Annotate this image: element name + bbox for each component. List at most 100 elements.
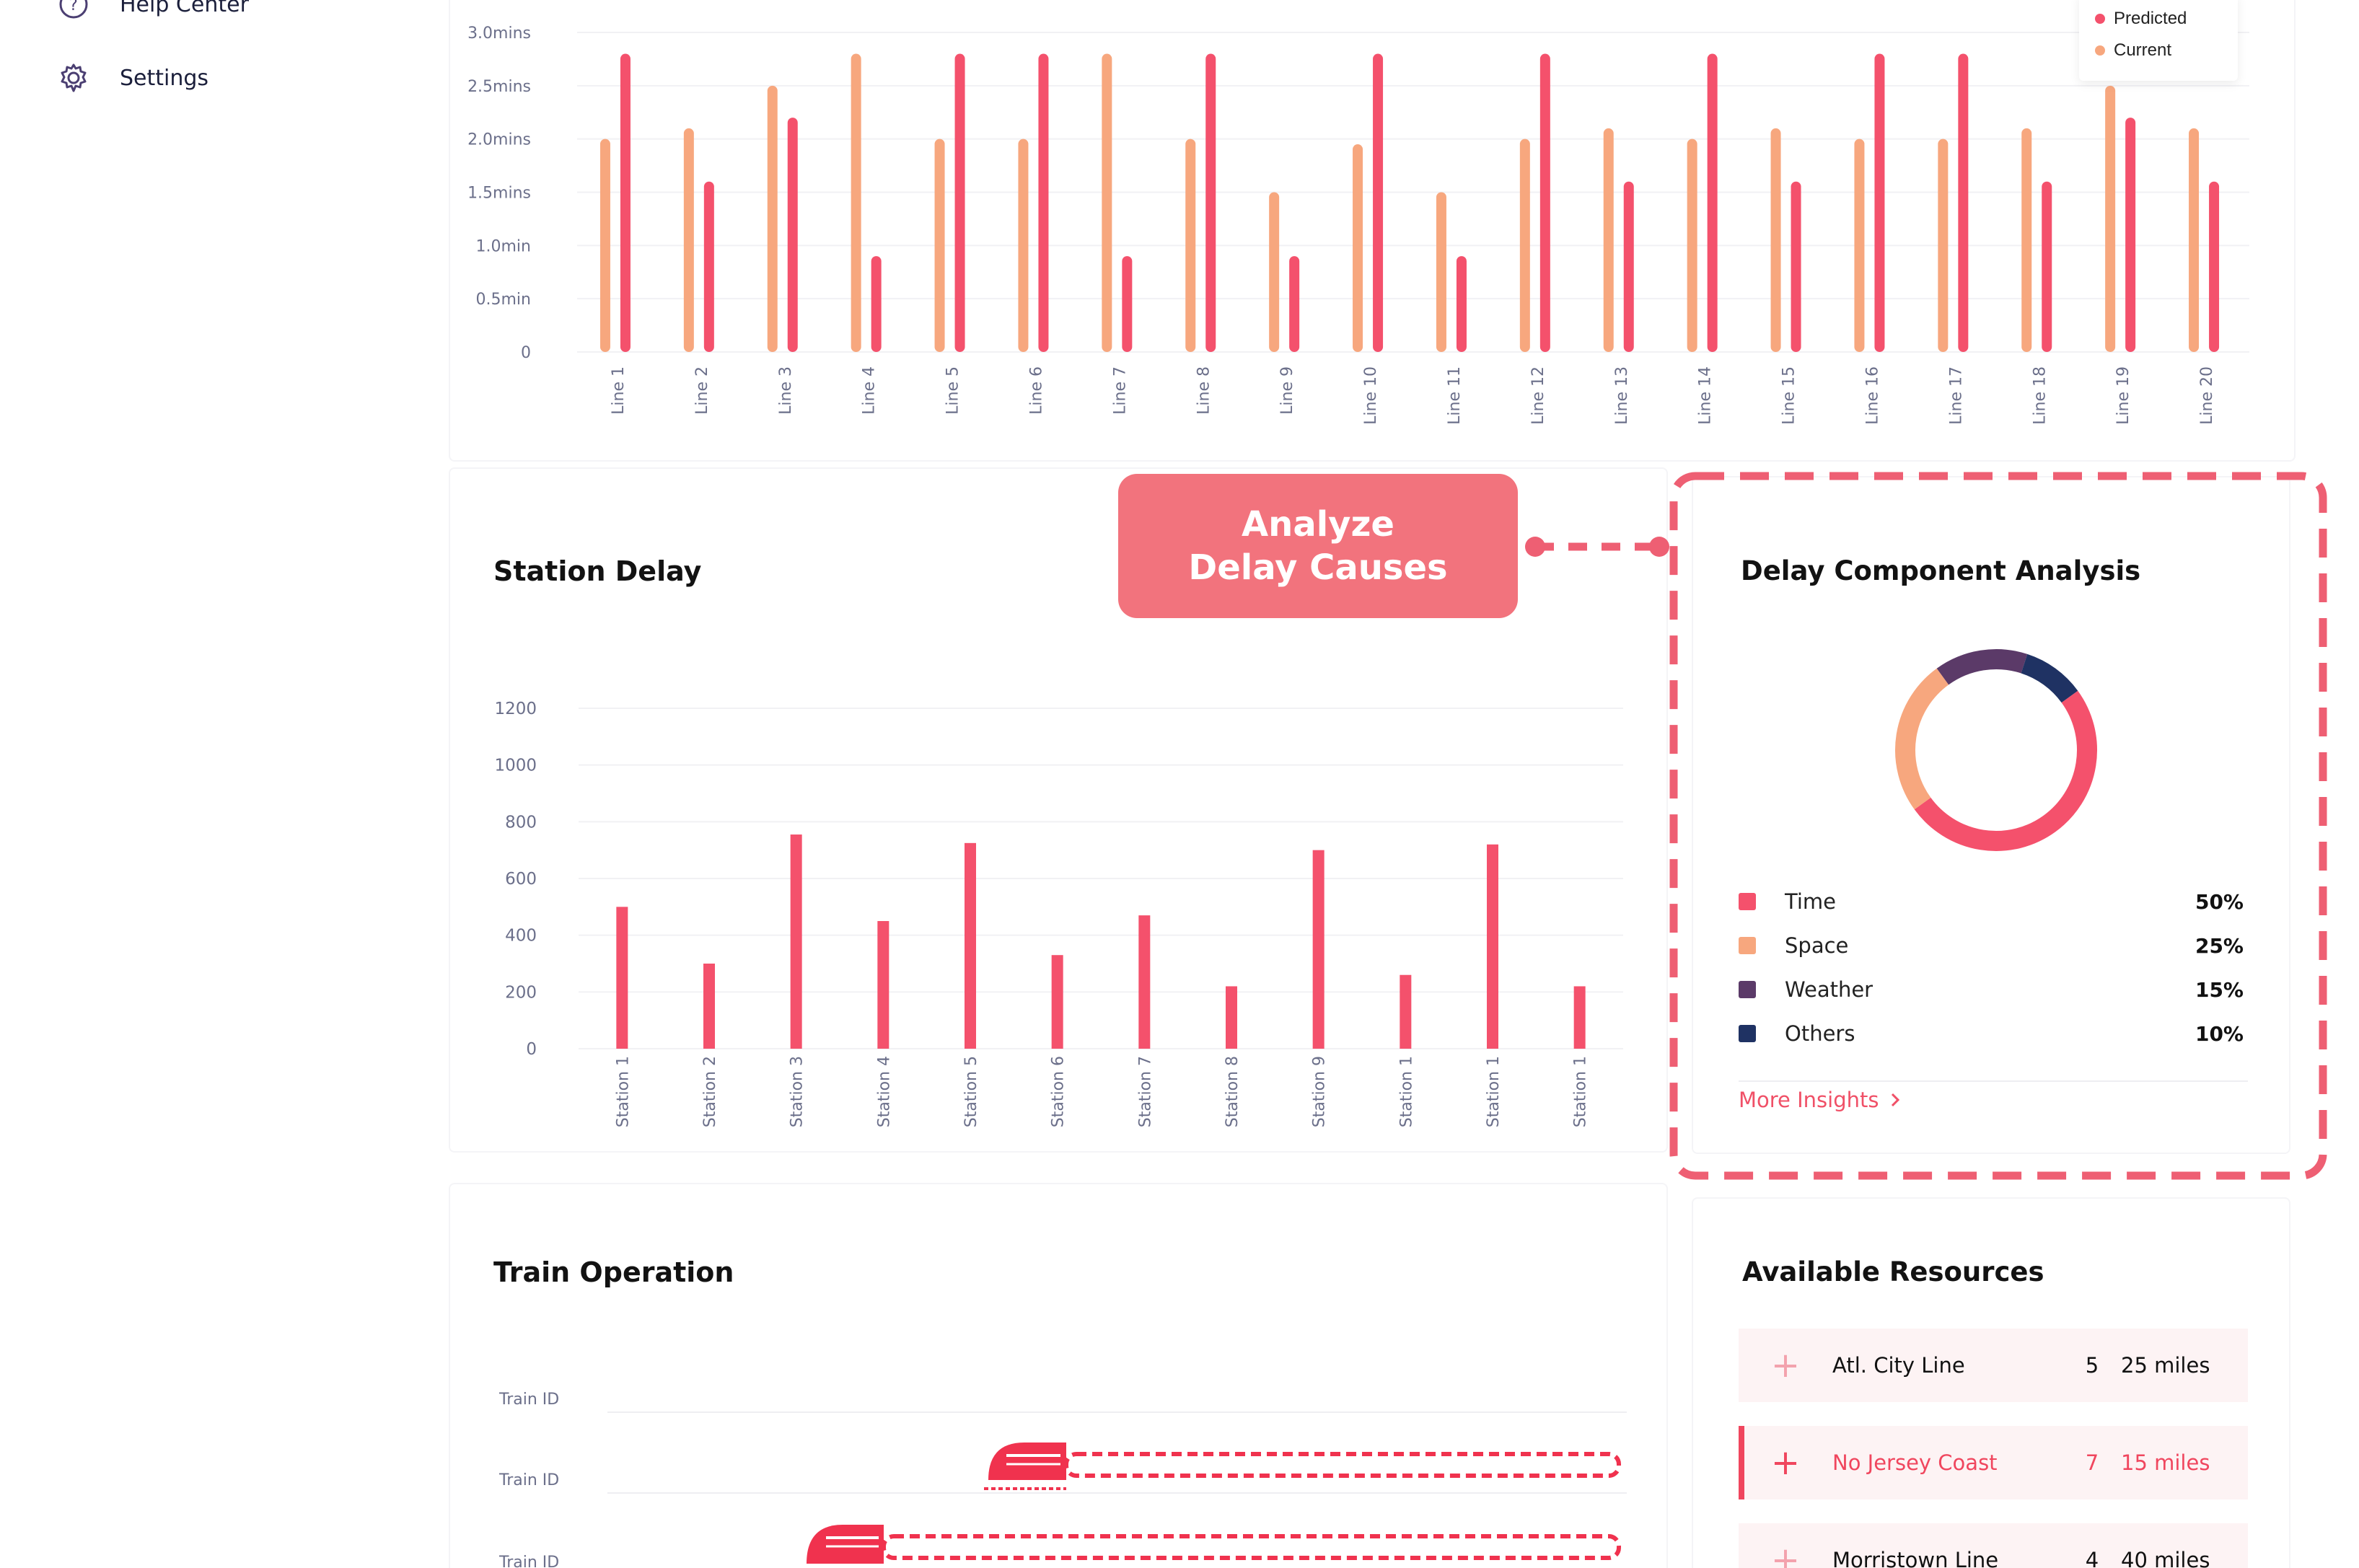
bar-current xyxy=(1519,138,1530,352)
x-tick-label: Line 2 xyxy=(693,366,711,415)
line-delay-card: 3.0mins 2.5mins 2.0mins 1.5mins 1.0min 0.5min… xyxy=(449,0,2296,462)
bar-predicted xyxy=(1038,53,1049,353)
y-tick-label: 0.5min xyxy=(476,291,531,309)
y-tick-label: 2.5mins xyxy=(467,78,531,96)
sidebar-item-settings[interactable]: Settings xyxy=(56,61,208,95)
x-tick-label: Line 18 xyxy=(2031,366,2049,425)
x-tick-label: Line 17 xyxy=(1947,366,1965,425)
x-tick-label: Station 1 xyxy=(1572,1056,1590,1127)
resource-name: Atl. City Line xyxy=(1832,1353,1965,1378)
bar-predicted xyxy=(1623,181,1634,352)
y-tick-label: 1000 xyxy=(494,757,537,775)
resource-count: 5 xyxy=(2085,1353,2099,1378)
bar-predicted xyxy=(1707,53,1718,353)
bar-predicted xyxy=(1874,53,1885,353)
bar xyxy=(1226,986,1237,1049)
bar-predicted xyxy=(1122,256,1133,352)
resource-row-morristown-line[interactable]: + Morristown Line 4 40 miles xyxy=(1739,1523,2248,1568)
bar-current xyxy=(851,53,861,353)
sidebar-item-help-center[interactable]: ? Help Center xyxy=(56,0,249,22)
callout-text: Analyze Delay Causes xyxy=(1188,504,1448,588)
bar-predicted xyxy=(620,53,631,353)
donut-slice-others xyxy=(2021,653,2078,703)
legend-item-others: Others 10% xyxy=(1739,1018,2244,1049)
bar xyxy=(1400,974,1412,1049)
x-tick-label: Station 1 xyxy=(1485,1056,1503,1127)
plus-icon: + xyxy=(1770,1443,1801,1483)
x-tick-label: Line 20 xyxy=(2198,366,2216,425)
donut-slice-weather xyxy=(1936,649,2028,685)
svg-text:?: ? xyxy=(69,0,78,14)
x-tick-label: Station 9 xyxy=(1311,1056,1329,1127)
bar-predicted xyxy=(1456,256,1467,352)
bar-current xyxy=(599,138,610,352)
legend-item-weather: Weather 15% xyxy=(1739,974,2244,1005)
bar xyxy=(877,921,889,1049)
sidebar: ? Help Center Settings xyxy=(0,0,404,1568)
bar-current xyxy=(2021,128,2032,352)
donut-slice-space xyxy=(1895,668,1949,810)
x-tick-label: Line 15 xyxy=(1780,366,1798,425)
more-insights-link[interactable]: More Insights xyxy=(1739,1088,1902,1112)
legend-name: Space xyxy=(1785,933,1849,958)
x-tick-label: Station 4 xyxy=(875,1056,893,1127)
analyze-callout: Analyze Delay Causes xyxy=(1118,474,1518,618)
legend-percent: 15% xyxy=(2195,977,2244,1002)
bar-current xyxy=(1854,138,1865,352)
bar-current xyxy=(1938,138,1949,352)
bar-predicted xyxy=(703,181,714,352)
legend-dot xyxy=(2095,45,2105,56)
legend-swatch xyxy=(1739,937,1756,954)
train-id-label: Train ID xyxy=(499,1471,560,1489)
x-tick-label: Station 1 xyxy=(1397,1056,1415,1127)
x-tick-label: Station 1 xyxy=(614,1056,632,1127)
train-id-label: Train ID xyxy=(499,1554,560,1568)
sidebar-item-label: Help Center xyxy=(120,0,249,17)
bar xyxy=(1138,915,1151,1049)
resource-row-atl-city-line[interactable]: + Atl. City Line 5 25 miles xyxy=(1739,1329,2248,1402)
y-tick-label: 1.5mins xyxy=(467,185,531,203)
bar-current xyxy=(1018,138,1029,352)
bar-predicted xyxy=(2042,181,2052,352)
delay-donut-chart xyxy=(1895,649,2097,851)
chart-legend: Predicted Current xyxy=(2079,0,2238,81)
legend-swatch xyxy=(1739,981,1756,998)
legend-item-space: Space 25% xyxy=(1739,930,2244,961)
y-tick-label: 600 xyxy=(505,870,537,889)
resource-distance: 25 miles xyxy=(2121,1353,2210,1378)
bar-predicted xyxy=(871,256,882,352)
sidebar-item-label: Settings xyxy=(120,65,209,91)
resource-row-no-jersey-coast[interactable]: + No Jersey Coast 7 15 miles xyxy=(1739,1426,2248,1499)
gear-icon xyxy=(56,61,91,95)
legend-item-predicted: Predicted xyxy=(2095,9,2187,29)
y-tick-label: 400 xyxy=(505,927,537,946)
x-tick-label: Line 6 xyxy=(1027,366,1045,415)
x-tick-label: Line 10 xyxy=(1362,366,1380,425)
divider xyxy=(1739,1080,2248,1082)
x-tick-label: Line 5 xyxy=(944,366,962,415)
bar-current xyxy=(934,138,945,352)
legend-swatch xyxy=(1739,1025,1756,1042)
train-operation-card: Train Operation xyxy=(449,1183,1668,1568)
bar xyxy=(1312,850,1325,1049)
legend-label: Current xyxy=(2114,40,2172,60)
x-tick-label: Station 6 xyxy=(1050,1056,1068,1127)
x-tick-label: Line 1 xyxy=(610,366,628,415)
bar-current xyxy=(1770,128,1781,352)
bar-current xyxy=(767,85,778,352)
bar-predicted xyxy=(2209,181,2220,352)
bar xyxy=(616,907,628,1049)
y-tick-label: 200 xyxy=(505,983,537,1002)
resource-distance: 40 miles xyxy=(2121,1548,2210,1568)
bar-predicted xyxy=(1205,53,1216,353)
bar-current xyxy=(2189,128,2200,352)
plus-icon: + xyxy=(1770,1345,1801,1386)
bar-current xyxy=(683,128,694,352)
bar-predicted xyxy=(1539,53,1550,353)
help-icon: ? xyxy=(56,0,91,22)
y-tick-label: 3.0mins xyxy=(467,25,531,43)
x-tick-label: Line 19 xyxy=(2114,366,2132,425)
bar-current xyxy=(2105,85,2116,352)
card-title: Delay Component Analysis xyxy=(1741,555,2141,586)
active-indicator xyxy=(1739,1426,1744,1499)
